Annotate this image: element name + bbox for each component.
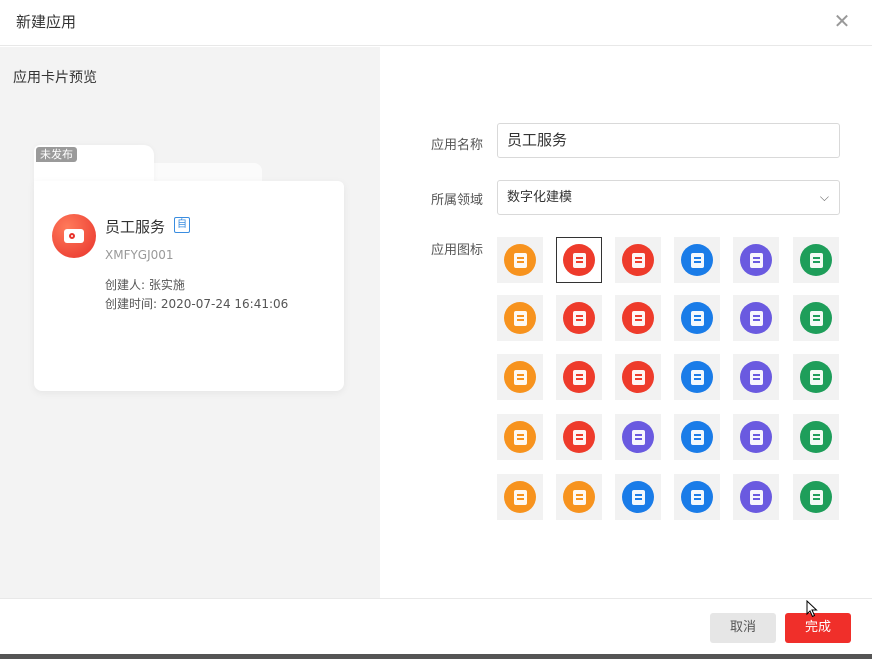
icon-option[interactable]	[674, 414, 720, 460]
briefcase-icon	[504, 244, 536, 276]
icon-option[interactable]	[793, 237, 839, 283]
calendar-icon	[504, 302, 536, 334]
app-code: XMFYGJ001	[105, 248, 174, 262]
close-icon[interactable]: ✕	[830, 9, 854, 33]
app-card-preview: 员工服务 自 XMFYGJ001 创建人: 张实施 创建时间: 2020-07-…	[34, 145, 344, 391]
checklist-icon	[504, 361, 536, 393]
new-app-dialog: 新建应用 ✕ 应用卡片预览 员工服务 自 XMFYGJ001 创建人: 张实施 …	[0, 0, 872, 659]
doc-add-icon	[800, 244, 832, 276]
bar-chart-icon	[563, 481, 595, 513]
notes-icon	[681, 302, 713, 334]
app-name: 员工服务	[105, 218, 166, 236]
name-label: 应用名称	[431, 138, 484, 153]
app-service-icon	[52, 214, 96, 258]
monitor-icon	[800, 361, 832, 393]
icon-option[interactable]	[674, 295, 720, 341]
icon-option[interactable]	[556, 354, 602, 400]
gift-icon	[563, 361, 595, 393]
inbox-icon	[622, 421, 654, 453]
icon-option[interactable]	[615, 354, 661, 400]
icon-option[interactable]	[615, 414, 661, 460]
preview-label: 应用卡片预览	[13, 70, 97, 86]
icon-option[interactable]	[674, 237, 720, 283]
icon-option[interactable]	[793, 474, 839, 520]
document-icon	[504, 421, 536, 453]
form-panel: 应用名称 员工服务 所属领域 数字化建模 ⌵ 应用图标	[380, 47, 872, 598]
icon-option[interactable]	[556, 295, 602, 341]
icon-option[interactable]	[793, 414, 839, 460]
book-icon	[800, 302, 832, 334]
icon-option[interactable]	[615, 474, 661, 520]
preview-panel: 应用卡片预览 员工服务 自 XMFYGJ001 创建人: 张实施 创建时间: 2…	[0, 47, 380, 598]
icon-option[interactable]	[556, 237, 602, 283]
note-icon	[800, 421, 832, 453]
service-icon	[563, 244, 595, 276]
window-bottom-edge	[0, 654, 872, 659]
grid-icon	[622, 361, 654, 393]
archive-icon	[740, 361, 772, 393]
domain-label: 所属领域	[431, 193, 484, 208]
icon-option[interactable]	[733, 295, 779, 341]
edit-tag-icon: 自	[174, 217, 190, 233]
icon-option[interactable]	[615, 237, 661, 283]
clipboard-icon	[622, 244, 654, 276]
icon-option[interactable]	[497, 237, 543, 283]
icon-option[interactable]	[793, 295, 839, 341]
icon-option[interactable]	[733, 474, 779, 520]
doc-edit-icon	[563, 421, 595, 453]
doc-gear-icon	[740, 421, 772, 453]
created-time: 创建时间: 2020-07-24 16:41:06	[105, 297, 289, 311]
icon-option[interactable]	[733, 237, 779, 283]
icon-option[interactable]	[497, 414, 543, 460]
app-name-input[interactable]: 员工服务	[497, 123, 840, 158]
case-icon	[740, 302, 772, 334]
task-icon	[740, 244, 772, 276]
form-icon	[563, 302, 595, 334]
icon-option[interactable]	[793, 354, 839, 400]
sheet-icon	[800, 481, 832, 513]
icon-option[interactable]	[733, 354, 779, 400]
icon-picker	[497, 237, 842, 523]
domain-value: 数字化建模	[507, 190, 573, 205]
text-doc-icon	[622, 481, 654, 513]
list-icon	[681, 361, 713, 393]
icon-label: 应用图标	[431, 243, 484, 258]
dialog-header: 新建应用 ✕	[0, 0, 872, 46]
creator: 创建人: 张实施	[105, 278, 185, 292]
icon-option[interactable]	[674, 354, 720, 400]
report-icon	[622, 302, 654, 334]
doc-check-icon	[681, 421, 713, 453]
doc-settings-icon	[681, 244, 713, 276]
icon-option[interactable]	[497, 354, 543, 400]
icon-option[interactable]	[733, 414, 779, 460]
dialog-title: 新建应用	[16, 13, 77, 31]
chevron-down-icon: ⌵	[819, 190, 829, 204]
icon-option[interactable]	[497, 474, 543, 520]
icon-option[interactable]	[556, 414, 602, 460]
domain-select[interactable]: 数字化建模 ⌵	[497, 180, 840, 215]
icon-option[interactable]	[497, 295, 543, 341]
icon-option[interactable]	[615, 295, 661, 341]
wave-icon	[740, 481, 772, 513]
doc-search-icon	[681, 481, 713, 513]
dialog-footer: 取消 完成	[0, 598, 872, 654]
search-chart-icon	[504, 481, 536, 513]
folder-body: 员工服务 自 XMFYGJ001 创建人: 张实施 创建时间: 2020-07-…	[34, 181, 344, 391]
status-badge: 未发布	[36, 147, 77, 162]
done-button[interactable]: 完成	[785, 613, 851, 643]
cancel-button[interactable]: 取消	[710, 613, 776, 643]
mouse-cursor-icon	[806, 600, 818, 618]
icon-option[interactable]	[556, 474, 602, 520]
icon-option[interactable]	[674, 474, 720, 520]
